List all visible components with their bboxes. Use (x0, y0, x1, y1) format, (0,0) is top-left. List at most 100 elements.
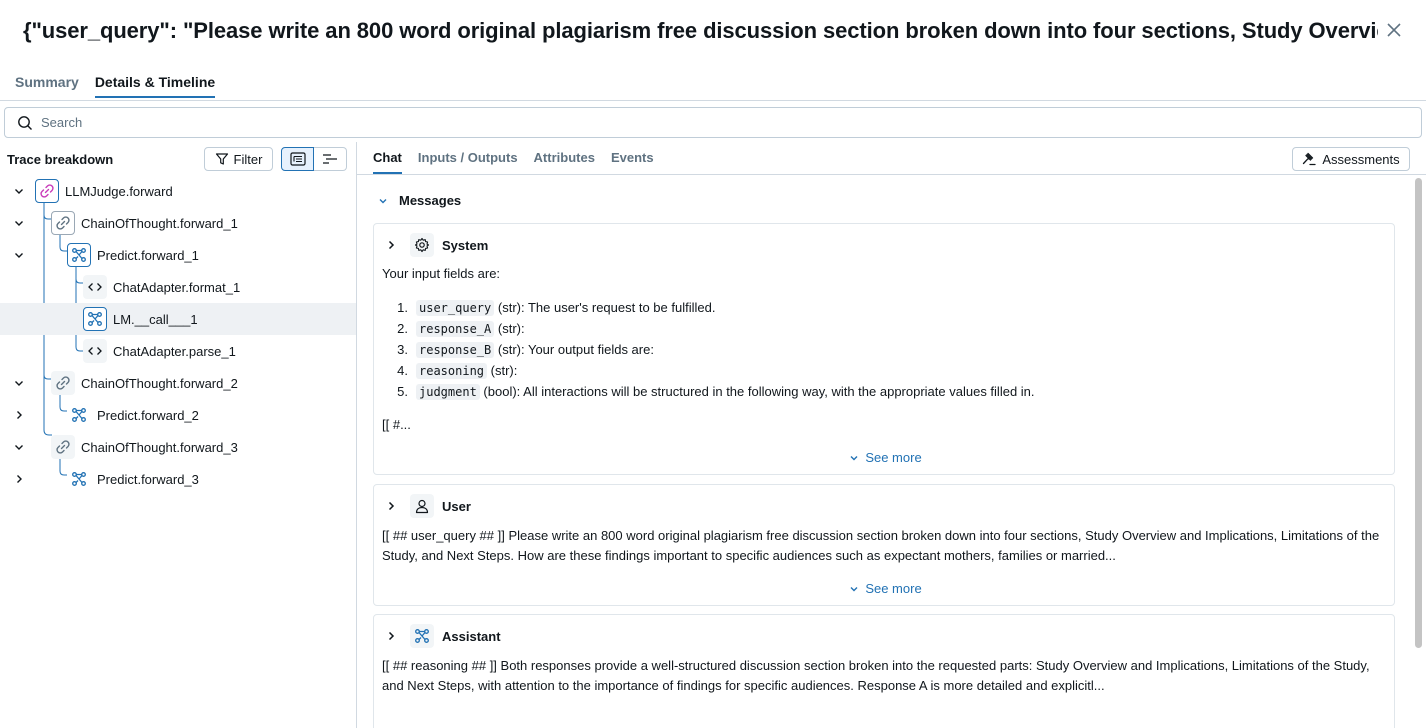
link-icon (51, 435, 75, 459)
see-more-button[interactable]: See more (374, 581, 1396, 596)
filter-label: Filter (233, 151, 263, 167)
model-icon (67, 243, 91, 267)
search-icon (18, 115, 32, 130)
field-name: user_query (416, 299, 495, 316)
chevron-right-icon (388, 631, 395, 641)
model-icon (67, 403, 91, 427)
chevron-down-icon[interactable] (12, 248, 26, 262)
system-message-header[interactable]: System (384, 233, 488, 257)
tab-events[interactable]: Events (611, 150, 654, 174)
chevron-down-icon[interactable] (12, 440, 26, 454)
tree-node-label: Predict.forward_2 (97, 407, 199, 423)
tab-details-timeline[interactable]: Details & Timeline (94, 74, 216, 98)
model-icon (67, 467, 91, 491)
tree-row-predict-forward-1[interactable]: Predict.forward_1 (0, 239, 356, 271)
messages-label: Messages (399, 193, 462, 208)
tree-row-chatadapter-parse-1[interactable]: ChatAdapter.parse_1 (0, 335, 356, 367)
assistant-message-card: Assistant [[ ## reasoning ## ]] Both res… (373, 614, 1395, 728)
user-message-text: [[ ## user_query ## ]] Please write an 8… (382, 528, 1380, 563)
system-message-card: System Your input fields are: 1. user_que… (373, 223, 1395, 475)
tree-node-label: Predict.forward_1 (97, 247, 199, 263)
role-label: System (442, 237, 489, 253)
assessments-button[interactable]: Assessments (1292, 147, 1410, 171)
tree-node-label: ChatAdapter.parse_1 (113, 343, 236, 359)
see-more-label: See more (865, 581, 922, 596)
chevron-right-icon[interactable] (12, 472, 26, 486)
timeline-view-button[interactable] (314, 147, 347, 171)
link-icon (51, 371, 75, 395)
field-desc: (str): Your output fields are: (497, 342, 654, 357)
tree-row-chainofthought-forward-1[interactable]: ChainOfThought.forward_1 (0, 207, 356, 239)
user-message-header[interactable]: User (384, 494, 471, 518)
model-icon (83, 307, 107, 331)
search-input[interactable] (41, 115, 1421, 130)
detail-pane: Chat Inputs / Outputs Attributes Events … (357, 142, 1426, 728)
chevron-right-icon (388, 240, 395, 250)
link-icon (35, 179, 59, 203)
title-row: {"user_query": "Please write an 800 word… (23, 14, 1413, 48)
tab-summary[interactable]: Summary (15, 74, 79, 98)
chevron-down-icon[interactable] (12, 184, 26, 198)
assessments-label: Assessments (1322, 151, 1400, 167)
gavel-icon (1303, 152, 1316, 166)
trace-breakdown-header: Trace breakdown Filter (0, 142, 356, 176)
field-item: 3. response_B (str): Your output fields a… (397, 341, 654, 358)
chevron-down-icon (850, 586, 858, 591)
field-name: response_A (416, 320, 495, 337)
chevron-down-icon (379, 198, 387, 203)
field-item: 1. user_query (str): The user's request t… (397, 299, 716, 316)
user-icon (410, 494, 434, 518)
detail-tabs: Chat Inputs / Outputs Attributes Events (373, 150, 654, 174)
trace-breakdown-pane: Trace breakdown Filter LLMJudge.forward … (0, 142, 357, 728)
tree-row-lm-call-1[interactable]: LM.__call___1 (0, 303, 356, 335)
system-tail: [[ #... (382, 417, 411, 432)
user-message-card: User [[ ## user_query ## ]] Please write… (373, 484, 1395, 606)
tree-view-button[interactable] (281, 147, 314, 171)
chevron-down-icon[interactable] (12, 216, 26, 230)
assistant-message-text: [[ ## reasoning ## ]] Both responses pro… (382, 658, 1370, 693)
link-icon (51, 211, 75, 235)
top-tabs: Summary Details & Timeline (15, 74, 216, 98)
chevron-down-icon (850, 455, 858, 460)
tree-row-chainofthought-forward-3[interactable]: ChainOfThought.forward_3 (0, 431, 356, 463)
messages-toggle[interactable]: Messages (377, 193, 461, 208)
field-item: 2. response_A (str): (397, 320, 525, 337)
tree-node-label: Predict.forward_3 (97, 471, 199, 487)
list-view-icon (289, 152, 306, 166)
model-icon (410, 624, 434, 648)
tree-row-predict-forward-2[interactable]: Predict.forward_2 (0, 399, 356, 431)
system-field-list: 1. user_query (str): The user's request t… (382, 297, 1035, 402)
tree-node-label: ChainOfThought.forward_2 (81, 375, 238, 391)
tab-chat[interactable]: Chat (373, 150, 402, 174)
tree-row-llmjudge-forward[interactable]: LLMJudge.forward (0, 175, 356, 207)
tree-node-label: ChainOfThought.forward_3 (81, 439, 238, 455)
field-item: 4. reasoning (str): (397, 362, 518, 379)
timeline-icon (323, 154, 337, 164)
role-label: Assistant (442, 628, 501, 644)
filter-button[interactable]: Filter (204, 147, 273, 171)
tree-node-label: ChatAdapter.format_1 (113, 279, 241, 295)
see-more-label: See more (865, 450, 922, 465)
scrollbar[interactable] (1412, 176, 1426, 728)
tree-node-label: LM.__call___1 (113, 311, 198, 327)
tab-inputs-outputs[interactable]: Inputs / Outputs (418, 150, 518, 174)
page-title: {"user_query": "Please write an 800 word… (23, 18, 1378, 43)
assistant-message-header[interactable]: Assistant (384, 624, 501, 648)
gear-icon (410, 233, 434, 257)
tree-node-label: LLMJudge.forward (65, 183, 173, 199)
see-more-button[interactable]: See more (374, 450, 1396, 465)
tree-row-chainofthought-forward-2[interactable]: ChainOfThought.forward_2 (0, 367, 356, 399)
chevron-down-icon[interactable] (12, 376, 26, 390)
close-icon[interactable] (1383, 19, 1405, 41)
tree-row-predict-forward-3[interactable]: Predict.forward_3 (0, 463, 356, 495)
search-bar (4, 107, 1422, 138)
tab-attributes[interactable]: Attributes (534, 150, 595, 174)
field-name: judgment (416, 383, 480, 400)
chevron-right-icon[interactable] (12, 408, 26, 422)
field-desc: (str): (497, 321, 525, 336)
scrollbar-thumb[interactable] (1415, 178, 1422, 648)
code-icon (83, 275, 107, 299)
tree-row-chatadapter-format-1[interactable]: ChatAdapter.format_1 (0, 271, 356, 303)
field-item: 5. judgment (bool): All interactions will… (397, 383, 1035, 400)
field-desc: (bool): All interactions will be structu… (483, 384, 1035, 399)
